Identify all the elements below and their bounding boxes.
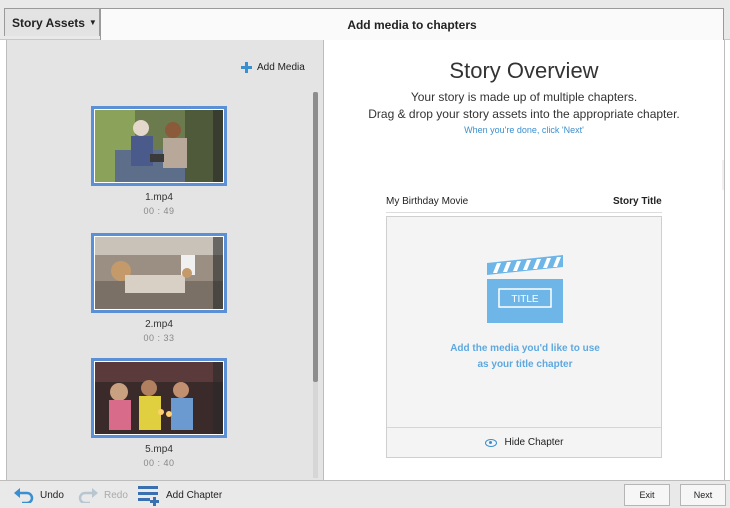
- hide-chapter-button[interactable]: Hide Chapter: [387, 427, 661, 457]
- media-duration: 00 : 49: [143, 206, 175, 216]
- scrollbar-thumb[interactable]: [313, 92, 318, 382]
- media-thumbnail[interactable]: [91, 358, 227, 438]
- overview-instructions: Drag & drop your story assets into the a…: [368, 107, 680, 121]
- thumbnail-image: [95, 237, 223, 309]
- media-thumbnail[interactable]: [91, 233, 227, 313]
- top-bar: Story Assets ▼ Add media to chapters: [0, 0, 730, 40]
- clapperboard-label: TITLE: [511, 294, 539, 305]
- add-media-label: Add Media: [257, 62, 305, 73]
- redo-label: Redo: [104, 489, 128, 501]
- caret-down-icon: ▼: [88, 18, 97, 27]
- media-duration: 00 : 33: [143, 333, 175, 343]
- exit-label: Exit: [639, 490, 655, 500]
- next-button[interactable]: Next: [680, 484, 726, 506]
- overview-description: Your story is made up of multiple chapte…: [410, 90, 638, 104]
- media-filename: 1.mp4: [145, 192, 173, 203]
- add-media-button[interactable]: Add Media: [241, 62, 305, 73]
- header-title-area: Add media to chapters: [100, 8, 724, 40]
- undo-label: Undo: [40, 489, 64, 501]
- redo-button[interactable]: Redo: [78, 481, 128, 508]
- thumbnail-image: [95, 362, 223, 434]
- chapter-instruction: as your title chapter: [477, 359, 573, 370]
- chapter-instruction: Add the media you'd like to use: [450, 343, 600, 354]
- story-assets-label: Story Assets: [12, 15, 85, 30]
- media-item[interactable]: 5.mp4 00 : 40: [91, 358, 227, 468]
- redo-icon: [78, 488, 98, 503]
- divider: [386, 212, 662, 213]
- story-assets-dropdown[interactable]: Story Assets ▼: [4, 8, 100, 36]
- bottom-toolbar: Undo Redo Add Chapter Exit Next: [0, 480, 730, 508]
- thumbnail-image: [95, 110, 223, 182]
- story-assets-panel: Add Media 1.mp4 00 : 49 2.mp4 00: 33 5.…: [6, 40, 324, 480]
- media-thumbnail[interactable]: [91, 106, 227, 186]
- clapperboard-icon: TITLE: [487, 255, 563, 323]
- undo-button[interactable]: Undo: [14, 481, 64, 508]
- undo-icon: [14, 488, 34, 503]
- page-title: Add media to chapters: [347, 17, 477, 32]
- title-chapter-dropzone[interactable]: TITLE Add the media you'd like to use as…: [386, 216, 662, 458]
- overview-hint: When you're done, click 'Next': [464, 125, 584, 135]
- next-label: Next: [693, 490, 713, 500]
- panel-border: [724, 40, 725, 480]
- add-chapter-icon: [138, 486, 159, 506]
- media-filename: 2.mp4: [145, 319, 173, 330]
- add-chapter-button[interactable]: Add Chapter: [138, 481, 222, 508]
- media-duration: 00 : 40: [143, 458, 175, 468]
- media-item[interactable]: 2.mp4 00 : 33: [91, 233, 227, 343]
- hide-chapter-label: Hide Chapter: [504, 437, 564, 448]
- add-chapter-label: Add Chapter: [166, 489, 223, 501]
- media-item[interactable]: 1.mp4 00 : 49: [91, 106, 227, 216]
- plus-icon: [241, 62, 252, 73]
- overview-title: Story Overview: [449, 58, 599, 83]
- eye-icon: [484, 438, 497, 447]
- exit-button[interactable]: Exit: [624, 484, 670, 506]
- story-overview-panel: Story Overview Your story is made up of …: [324, 40, 724, 480]
- story-title-label: Story Title: [613, 196, 662, 207]
- story-title-value[interactable]: My Birthday Movie: [386, 196, 468, 207]
- media-filename: 5.mp4: [145, 444, 173, 455]
